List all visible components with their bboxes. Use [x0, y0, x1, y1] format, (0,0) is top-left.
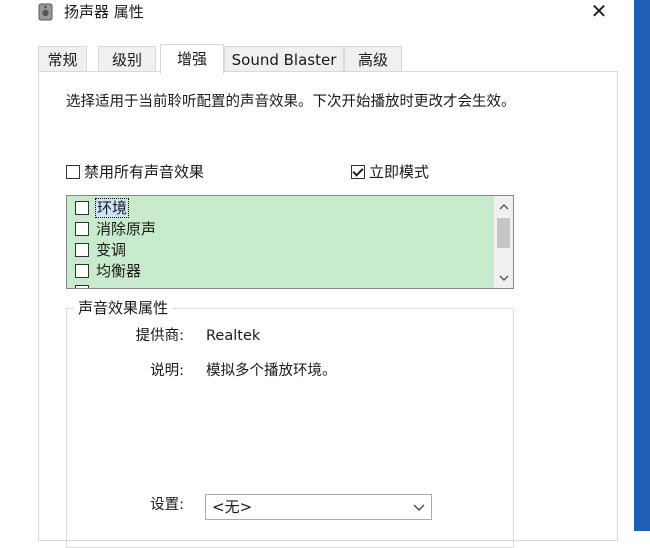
tab-general[interactable]: 常规	[38, 46, 87, 72]
title-bar[interactable]: 扬声器 属性 ✕	[0, 0, 634, 26]
chevron-down-icon	[413, 504, 425, 511]
enhancements-description: 选择适用于当前聆听配置的声音效果。下次开始播放时更改才会生效。	[66, 94, 516, 110]
settings-label: 设置:	[150, 497, 184, 513]
provider-value: Realtek	[206, 328, 261, 344]
effect-checkbox[interactable]	[75, 221, 89, 236]
effect-label: 均衡器	[96, 262, 142, 280]
list-item[interactable]: 变调	[75, 240, 126, 261]
scrollbar-thumb[interactable]	[497, 218, 510, 248]
effect-label: 变调	[96, 241, 127, 259]
tab-advanced[interactable]: 高级	[344, 46, 402, 72]
list-item[interactable]: 均衡器	[75, 261, 141, 282]
close-icon: ✕	[590, 0, 608, 23]
description-label: 说明:	[150, 363, 184, 379]
effect-label: 环境	[94, 198, 130, 218]
list-item-partial[interactable]	[75, 282, 96, 288]
provider-label: 提供商:	[135, 328, 184, 344]
list-item[interactable]: 环境	[75, 198, 130, 219]
immediate-mode-option[interactable]: 立即模式	[351, 162, 429, 182]
effect-checkbox[interactable]	[75, 284, 89, 288]
scroll-down-icon[interactable]	[494, 269, 513, 287]
close-button[interactable]: ✕	[584, 0, 614, 24]
effect-label: 消除原声	[96, 220, 157, 238]
disable-all-effects-option[interactable]: 禁用所有声音效果	[66, 162, 204, 182]
effects-list[interactable]: 环境 消除原声 变调 均衡器	[66, 195, 514, 289]
desktop-background	[634, 0, 650, 531]
effect-properties-title: 声音效果属性	[74, 298, 173, 318]
settings-selected-value: <无>	[212, 498, 253, 516]
effect-checkbox[interactable]	[75, 200, 89, 215]
speaker-properties-window: 扬声器 属性 ✕ 常规 级别 增强 Sound Blaster 高级 选择适用于…	[0, 0, 634, 548]
tab-levels[interactable]: 级别	[98, 46, 156, 72]
settings-dropdown[interactable]: <无>	[205, 494, 432, 520]
effect-checkbox[interactable]	[75, 242, 89, 257]
window-title: 扬声器 属性	[64, 3, 144, 21]
vertical-scrollbar[interactable]	[494, 196, 513, 288]
description-value: 模拟多个播放环境。	[206, 363, 337, 379]
immediate-mode-label: 立即模式	[369, 163, 430, 181]
disable-all-label: 禁用所有声音效果	[84, 163, 205, 181]
effect-checkbox[interactable]	[75, 263, 89, 278]
disable-all-checkbox[interactable]	[66, 164, 80, 179]
tab-enhancements[interactable]: 增强	[160, 44, 224, 74]
scroll-up-icon[interactable]	[494, 198, 513, 216]
tab-sound-blaster[interactable]: Sound Blaster	[224, 46, 344, 72]
tab-bar: 常规 级别 增强 Sound Blaster 高级	[38, 44, 634, 74]
list-item[interactable]: 消除原声	[75, 219, 156, 240]
speaker-icon	[38, 3, 53, 21]
immediate-mode-checkbox[interactable]	[351, 164, 365, 179]
